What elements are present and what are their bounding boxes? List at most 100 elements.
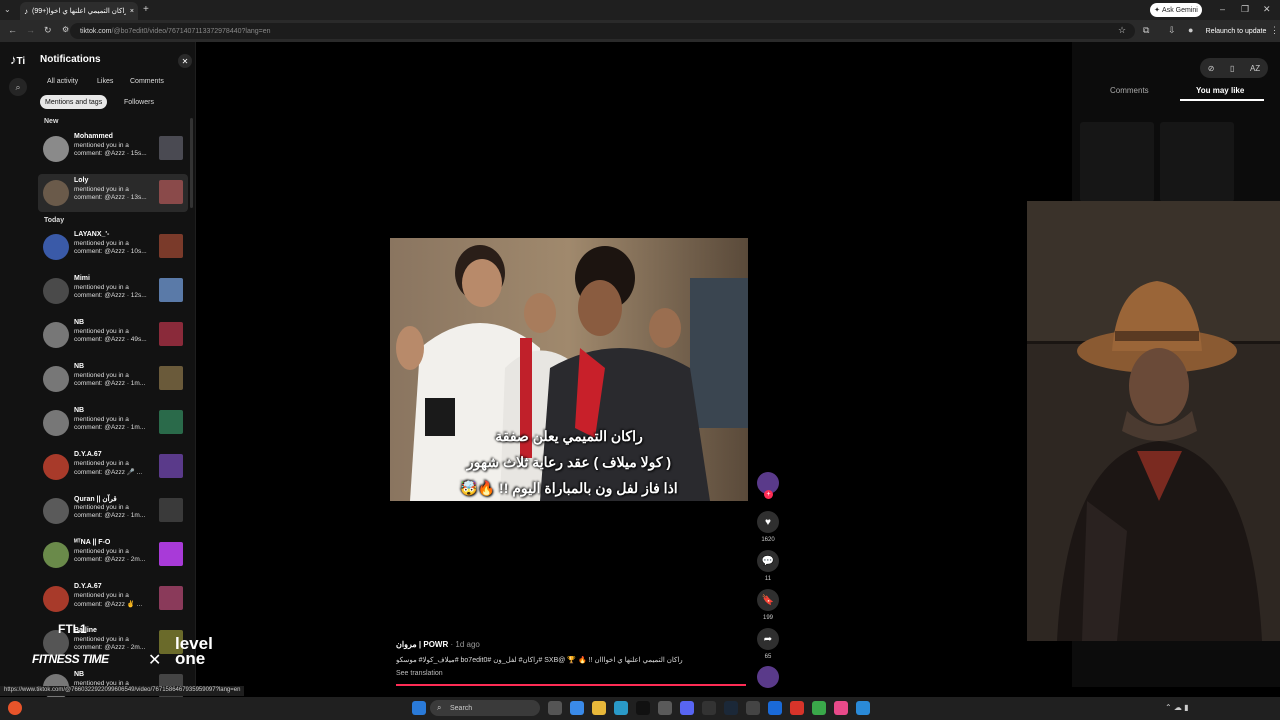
notification-item[interactable]: NB mentioned you in a comment: @Azzz · 1m.… [38,360,188,398]
video-author[interactable]: مروان | POWR · 1d ago [396,640,480,649]
menu-kebab-icon[interactable]: ⋮ [1270,25,1279,36]
video-player[interactable]: راكان التميمي يعلن صفقة ( كولا ميلاف ) ع… [390,238,748,501]
notification-user[interactable]: D.Y.A.67 [74,451,102,458]
notification-user[interactable]: Loly [74,177,88,184]
avatar[interactable] [43,586,69,612]
filter-followers[interactable]: Followers [119,95,159,109]
notification-thumbnail[interactable] [159,136,183,160]
avatar[interactable] [43,234,69,260]
avatar[interactable] [43,410,69,436]
filter-all-activity[interactable]: All activity [42,74,83,88]
filter-mentions-tags[interactable]: Mentions and tags [40,95,108,109]
notification-item[interactable]: D.Y.A.67 mentioned you in a comment: @Azzz… [38,580,188,618]
start-windows-icon[interactable] [412,701,426,715]
tray-icons[interactable]: ⌃ ☁ ▮ [1165,703,1189,712]
bookmark-icon[interactable]: 🔖 [757,589,779,611]
notification-item[interactable]: NB mentioned you in a comment: @Azzz · 1m.… [38,404,188,442]
download-icon[interactable]: ⇩ [1168,25,1176,36]
app-icon[interactable] [790,701,804,715]
edge-icon[interactable] [614,701,628,715]
avatar[interactable] [43,498,69,524]
avatar[interactable] [43,366,69,392]
close-icon[interactable]: ✕ [178,54,192,68]
notification-user[interactable]: ᴹᵀNA || F-O [74,539,110,546]
notification-thumbnail[interactable] [159,454,183,478]
minimize-icon[interactable]: – [1220,4,1225,14]
notification-user[interactable]: NB [74,407,84,414]
restore-icon[interactable]: ❐ [1241,4,1249,15]
notification-item[interactable]: D.Y.A.67 mentioned you in a comment: @Azzz… [38,448,188,486]
file-explorer-icon[interactable] [592,701,606,715]
notification-user[interactable]: Mohammed [74,133,113,140]
settings-gear-icon[interactable] [746,701,760,715]
like-heart-icon[interactable]: ♥ [757,511,779,533]
notification-item[interactable]: Mohammed mentioned you in a comment: @Azzz… [38,130,188,168]
music-disc-icon[interactable] [757,666,779,688]
avatar[interactable] [43,542,69,568]
close-window-icon[interactable]: ✕ [1263,4,1271,15]
profile-avatar-icon[interactable]: ● [1188,25,1193,35]
app-icon[interactable] [834,701,848,715]
notification-user[interactable]: LAYANX_'- [74,231,109,238]
chrome-icon[interactable] [812,701,826,715]
filter-comments[interactable]: Comments [125,74,169,88]
notification-thumbnail[interactable] [159,586,183,610]
app-icon[interactable] [658,701,672,715]
avatar[interactable] [43,180,69,206]
notification-item[interactable]: Loly mentioned you in a comment: @Azzz · 1… [38,174,188,212]
app-icon[interactable] [768,701,782,715]
follow-plus-icon[interactable]: + [764,490,773,499]
panel-scrollbar[interactable] [190,118,193,208]
notification-user[interactable]: NB [74,319,84,326]
notification-item[interactable]: ᴹᵀNA || F-O mentioned you in a comment: @A… [38,536,188,574]
avatar[interactable] [43,278,69,304]
obs-icon[interactable] [636,701,650,715]
notification-thumbnail[interactable] [159,366,183,390]
phone-icon[interactable]: ▯ [1230,64,1234,73]
notification-item[interactable]: Quran || قرآن mentioned you in a comment: … [38,492,188,530]
bookmark-star-icon[interactable]: ☆ [1118,25,1126,36]
notification-user[interactable]: Mimi [74,275,90,282]
search-icon[interactable]: ⌕ [9,78,27,96]
share-arrow-icon[interactable]: ➦ [757,628,779,650]
profile-badge-icon[interactable]: AZ [1250,64,1260,73]
relaunch-button[interactable]: Relaunch to update [1205,24,1267,38]
forward-icon[interactable]: → [26,25,35,35]
notification-thumbnail[interactable] [159,542,183,566]
notification-thumbnail[interactable] [159,498,183,522]
filter-likes[interactable]: Likes [92,74,118,88]
weather-icon[interactable] [8,701,22,715]
address-bar[interactable]: tiktok.com/@bo7edit0/video/7671407113372… [70,23,1135,39]
notification-thumbnail[interactable] [159,234,183,258]
notification-user[interactable]: Quran || قرآن [74,495,117,503]
see-translation-link[interactable]: See translation [396,670,443,677]
tab-search-icon[interactable]: ⌄ [4,5,11,14]
avatar[interactable] [43,454,69,480]
notification-thumbnail[interactable] [159,180,183,204]
tiktok-logo-icon[interactable]: ♪Ti [10,52,25,67]
notification-thumbnail[interactable] [159,322,183,346]
avatar[interactable] [43,322,69,348]
app-icon[interactable] [702,701,716,715]
compass-icon[interactable]: ⊘ [1208,64,1215,73]
notification-thumbnail[interactable] [159,278,183,302]
steam-icon[interactable] [724,701,738,715]
notification-item[interactable]: Mimi mentioned you in a comment: @Azzz · 1… [38,272,188,310]
suggested-video-thumb[interactable] [1160,122,1234,202]
comment-icon[interactable]: 💬 [757,550,779,572]
extensions-icon[interactable]: ⧉ [1143,25,1149,36]
ask-gemini-button[interactable]: ✦ Ask Gemini [1150,3,1202,17]
back-icon[interactable]: ← [8,25,17,35]
close-tab-icon[interactable]: × [130,8,134,15]
notification-item[interactable]: NB mentioned you in a comment: @Azzz · 49s… [38,316,188,354]
video-progress-bar[interactable] [396,684,746,686]
tab-you-may-like[interactable]: You may like [1196,86,1244,95]
taskbar-search[interactable]: Search [430,700,540,716]
browser-tab[interactable]: ♪ (99+)راكان التميمي اعلنها ي اخوا × [20,2,138,20]
avatar[interactable] [43,136,69,162]
app-icon[interactable] [856,701,870,715]
reload-icon[interactable]: ↻ [44,25,52,36]
chrome-icon[interactable] [570,701,584,715]
notification-thumbnail[interactable] [159,410,183,434]
site-info-icon[interactable]: ⚙ [62,25,69,34]
